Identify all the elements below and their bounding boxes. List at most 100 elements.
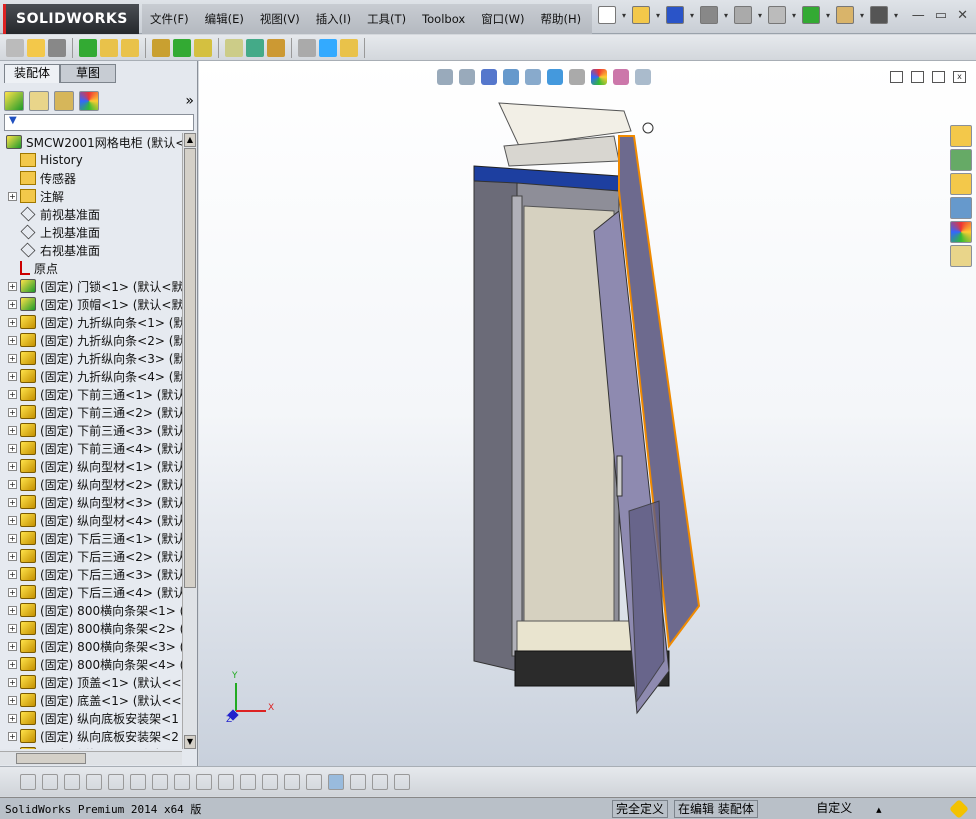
- save-icon[interactable]: [666, 6, 684, 24]
- menu-item[interactable]: Toolbox: [414, 12, 473, 26]
- expand-toggle[interactable]: +: [8, 497, 17, 507]
- expand-toggle[interactable]: +: [8, 461, 17, 471]
- expand-toggle[interactable]: +: [8, 641, 17, 651]
- file-explorer-icon[interactable]: [950, 173, 972, 195]
- expand-toggle[interactable]: +: [8, 425, 17, 435]
- menu-item[interactable]: 帮助(H): [533, 11, 590, 27]
- dropdown-arrow-icon[interactable]: ▾: [892, 11, 900, 20]
- tree-item[interactable]: + (固定) 下前三通<4> (默认: [0, 439, 182, 457]
- tree-item[interactable]: + (固定) 下后三通<4> (默认: [0, 583, 182, 601]
- appearances-icon[interactable]: [950, 221, 972, 243]
- tree-item[interactable]: + (固定) 九折纵向条<2> (默: [0, 331, 182, 349]
- expand-toggle[interactable]: +: [8, 299, 17, 309]
- dropdown-arrow-icon[interactable]: ▾: [620, 11, 628, 20]
- expand-toggle[interactable]: +: [8, 443, 17, 453]
- expand-toggle[interactable]: +: [8, 479, 17, 489]
- line-icon[interactable]: [64, 773, 80, 790]
- cabinet-model[interactable]: [199, 61, 976, 766]
- tree-item[interactable]: + (固定) 纵向型材<2> (默认: [0, 475, 182, 493]
- expand-toggle[interactable]: +: [8, 407, 17, 417]
- tree-item[interactable]: + (固定) 顶盖<1> (默认<<默: [0, 673, 182, 691]
- expand-toggle[interactable]: +: [8, 605, 17, 615]
- tree-item[interactable]: + (固定) 九折纵向条<4> (默: [0, 367, 182, 385]
- scroll-up-button[interactable]: ▲: [184, 133, 196, 147]
- tree-item[interactable]: + (固定) 门锁<1> (默认<默: [0, 277, 182, 295]
- select-arrow-icon[interactable]: [768, 6, 786, 24]
- box-icon[interactable]: [306, 773, 322, 790]
- tree-filter-input[interactable]: ▼: [4, 114, 194, 131]
- close-button[interactable]: ✕: [957, 8, 968, 23]
- expand-toggle[interactable]: +: [8, 533, 17, 543]
- dropdown-arrow-icon[interactable]: ▾: [688, 11, 696, 20]
- tree-item[interactable]: + (固定) 800横向条架<3> (: [0, 637, 182, 655]
- component-preview-icon[interactable]: [48, 38, 66, 57]
- tree-item[interactable]: 前视基准面: [0, 205, 182, 223]
- restore-button[interactable]: ▭: [935, 8, 947, 23]
- reference-geometry-icon[interactable]: [194, 38, 212, 57]
- options-icon[interactable]: [836, 6, 854, 24]
- custom-properties-icon[interactable]: [950, 245, 972, 267]
- expand-toggle[interactable]: +: [8, 371, 17, 381]
- open-folder-icon[interactable]: [632, 6, 650, 24]
- print-icon[interactable]: [700, 6, 718, 24]
- point-icon[interactable]: [20, 773, 36, 790]
- cube-icon[interactable]: [328, 773, 344, 790]
- tab-sketch[interactable]: 草图: [60, 64, 116, 83]
- tree-item[interactable]: + (固定) 九折纵向条<1> (默: [0, 313, 182, 331]
- menu-item[interactable]: 文件(F): [142, 11, 197, 27]
- tab-assembly[interactable]: 装配体: [4, 64, 60, 83]
- dropdown-arrow-icon[interactable]: ▾: [824, 11, 832, 20]
- tree-item[interactable]: + (固定) 九折纵向条<3> (默: [0, 349, 182, 367]
- trim-icon[interactable]: [108, 773, 124, 790]
- show-hidden-icon[interactable]: [152, 38, 170, 57]
- dropdown-arrow-icon[interactable]: ▾: [722, 11, 730, 20]
- expand-toggle[interactable]: +: [8, 515, 17, 525]
- scroll-thumb[interactable]: [184, 148, 196, 588]
- expand-toggle[interactable]: +: [8, 713, 17, 723]
- expand-toggle[interactable]: +: [8, 569, 17, 579]
- 3d-sketch-icon[interactable]: [262, 773, 278, 790]
- insert-components-icon[interactable]: [6, 38, 24, 57]
- expand-toggle[interactable]: +: [8, 551, 17, 561]
- exploded-view-icon[interactable]: [267, 38, 285, 57]
- smart-dimension-icon[interactable]: [130, 773, 146, 790]
- linear-pattern-icon[interactable]: [79, 38, 97, 57]
- shaded-icon[interactable]: [350, 773, 366, 790]
- dropdown-arrow-icon[interactable]: ▾: [756, 11, 764, 20]
- tree-item[interactable]: + 注解: [0, 187, 182, 205]
- tree-item[interactable]: + (固定) 顶帽<1> (默认<默: [0, 295, 182, 313]
- circle-icon[interactable]: [42, 773, 58, 790]
- scroll-down-button[interactable]: ▼: [184, 735, 196, 749]
- tree-item[interactable]: + (固定) 下前三通<1> (默认: [0, 385, 182, 403]
- tree-item[interactable]: +(固定) 侧板<1> (默认<<默: [0, 745, 182, 749]
- tree-item[interactable]: + (固定) 下前三通<2> (默认: [0, 403, 182, 421]
- tree-item[interactable]: + (固定) 纵向型材<3> (默认: [0, 493, 182, 511]
- expand-toggle[interactable]: +: [8, 335, 17, 345]
- undo-icon[interactable]: [734, 6, 752, 24]
- expand-toggle[interactable]: +: [8, 389, 17, 399]
- tag-icon[interactable]: [949, 798, 969, 819]
- minimize-button[interactable]: —: [912, 8, 925, 23]
- corner-icon[interactable]: [196, 773, 212, 790]
- expand-toggle[interactable]: +: [8, 317, 17, 327]
- dropdown-arrow-icon[interactable]: ▾: [858, 11, 866, 20]
- display-icon[interactable]: [394, 773, 410, 790]
- tree-item[interactable]: 上视基准面: [0, 223, 182, 241]
- expand-toggle[interactable]: +: [8, 731, 17, 741]
- tree-item[interactable]: + (固定) 800横向条架<2> (: [0, 619, 182, 637]
- tree-root[interactable]: SMCW2001网格电柜 (默认<默: [0, 133, 182, 151]
- section-icon[interactable]: [284, 773, 300, 790]
- tree-item[interactable]: History: [0, 151, 182, 169]
- grid-icon[interactable]: [240, 773, 256, 790]
- expand-toggle[interactable]: +: [8, 353, 17, 363]
- tree-item[interactable]: + (固定) 下后三通<2> (默认: [0, 547, 182, 565]
- tree-horizontal-scrollbar[interactable]: [0, 751, 182, 765]
- dropdown-arrow-icon[interactable]: ▾: [654, 11, 662, 20]
- tree-item[interactable]: 传感器: [0, 169, 182, 187]
- menu-item[interactable]: 工具(T): [359, 11, 414, 27]
- fillet-icon[interactable]: [152, 773, 168, 790]
- assembly-features-icon[interactable]: [173, 38, 191, 57]
- expand-toggle[interactable]: +: [8, 191, 17, 201]
- expand-panel-button[interactable]: »: [185, 93, 194, 109]
- mate-icon[interactable]: [27, 38, 45, 57]
